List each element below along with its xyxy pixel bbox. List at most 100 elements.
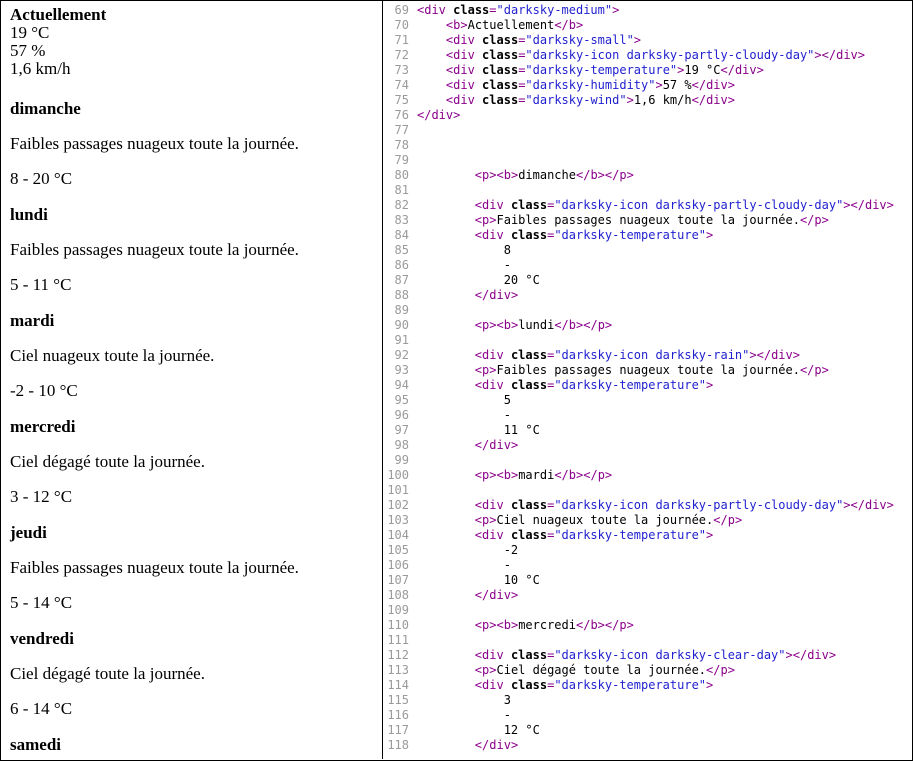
code-token: > (706, 228, 714, 242)
code-token: "darksky-icon darksky-partly-cloudy-day" (554, 198, 844, 212)
code-token: < (474, 663, 483, 677)
code-token: div (453, 78, 475, 92)
code-token: </ (474, 288, 490, 302)
code-token: </ (850, 498, 865, 512)
code-token: -2 (417, 543, 519, 557)
code-token: >< (489, 618, 504, 632)
code-token: < (474, 498, 483, 512)
code-token: > (489, 213, 497, 227)
code-token: > (886, 198, 894, 212)
code-token: div (734, 63, 757, 77)
code-token: > (489, 363, 497, 377)
code-token: 57 % (662, 78, 692, 92)
code-line: 110 <p><b>mercredi</b></p> (383, 618, 634, 633)
code-token: ></ (597, 168, 620, 182)
line-number: 91 (394, 333, 409, 347)
code-token: div (453, 93, 475, 107)
code-token: "darksky-icon darksky-rain" (554, 348, 750, 362)
code-line: 73 <div class="darksky-temperature">19 °… (383, 63, 764, 78)
code-token: < (474, 363, 483, 377)
code-token: > (734, 513, 743, 527)
code-line: 77 (383, 123, 417, 138)
code-token: </ (554, 318, 569, 332)
code-token: > (510, 288, 519, 302)
line-number: 96 (394, 408, 409, 422)
code-token: b (503, 168, 511, 182)
code-token: > (886, 498, 894, 512)
line-number: 102 (387, 498, 409, 512)
code-token: div (482, 528, 504, 542)
code-token: > (576, 18, 584, 32)
code-token: > (706, 528, 714, 542)
line-number: 69 (394, 3, 409, 17)
code-token: lundi (518, 318, 555, 332)
line-number: 103 (387, 513, 409, 527)
line-number: 95 (394, 393, 409, 407)
code-token: dimanche (518, 168, 576, 182)
code-token: class (503, 378, 548, 392)
code-token: > (749, 348, 757, 362)
code-token: div (836, 48, 858, 62)
code-token: </ (417, 108, 432, 122)
code-token: mardi (518, 468, 555, 482)
code-line: 89 (383, 303, 417, 318)
code-token: </ (713, 513, 728, 527)
day-temps-vendredi: 6 - 14 °C (10, 699, 73, 718)
code-line: 78 (383, 138, 417, 153)
source-code-pane[interactable]: 69 <div class="darksky-medium"> 70 <b>Actu… (383, 0, 911, 759)
code-token: class (474, 63, 519, 77)
day-summary-mardi: Ciel nuageux toute la journée. (10, 346, 215, 365)
weather-preview-pane: Actuellement 19 °C 57 % 1,6 km/h dimanch… (0, 0, 382, 759)
code-token: > (453, 108, 461, 122)
line-number: 104 (387, 528, 409, 542)
code-token: b (503, 468, 511, 482)
code-token: > (828, 648, 837, 662)
code-line: 105 -2 (383, 543, 518, 558)
code-token: </ (792, 648, 808, 662)
code-token: < (474, 348, 483, 362)
day-temps-mercredi: 3 - 12 °C (10, 487, 73, 506)
code-token: p (619, 168, 627, 182)
day-summary-lundi: Faibles passages nuageux toute la journé… (10, 240, 299, 259)
code-token: - (417, 708, 511, 722)
line-number: 74 (394, 78, 409, 92)
code-token: > (655, 78, 663, 92)
code-token: "darksky-temperature" (554, 228, 707, 242)
line-number: 110 (387, 618, 409, 632)
code-line: 99 (383, 453, 417, 468)
code-token: </ (575, 168, 591, 182)
code-token: > (626, 618, 634, 632)
code-token: 3 (417, 693, 511, 707)
code-line: 87 20 °C (383, 273, 540, 288)
code-line: 103 <p>Ciel nuageux toute la journée.</p… (383, 513, 742, 528)
code-line: 98 </div> (383, 438, 519, 453)
day-temps-dimanche: 8 - 20 °C (10, 169, 73, 188)
line-number: 72 (394, 48, 409, 62)
code-line: 117 12 °C (383, 723, 540, 738)
day-name-jeudi: jeudi (10, 523, 47, 542)
code-line: 79 (383, 153, 417, 168)
code-token: </ (554, 18, 569, 32)
code-token: < (474, 513, 483, 527)
code-line: 102 <div class="darksky-icon darksky-par… (383, 498, 894, 513)
line-number: 98 (394, 438, 409, 452)
current-humidity: 57 % (10, 41, 46, 60)
line-number: 92 (394, 348, 409, 362)
code-token: div (706, 78, 728, 92)
code-token: ></ (576, 318, 598, 332)
code-token: < (474, 198, 483, 212)
code-token: div (706, 93, 728, 107)
code-token: < (474, 468, 483, 482)
code-line: 91 (383, 333, 417, 348)
code-token: 12 °C (417, 723, 540, 737)
line-number: 75 (394, 93, 409, 107)
